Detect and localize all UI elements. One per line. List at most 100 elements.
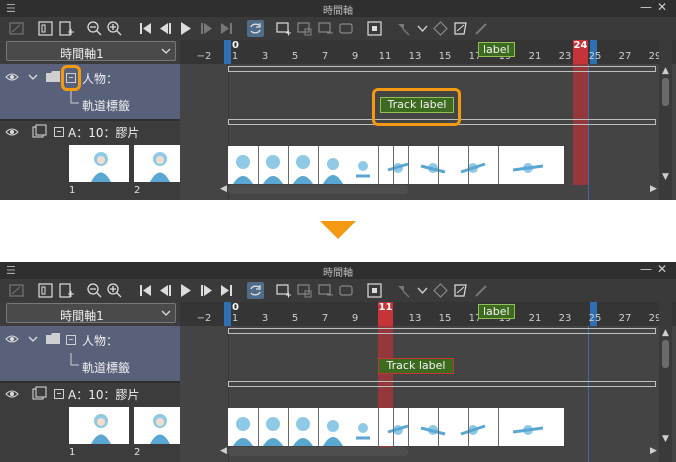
new-cell-icon[interactable] — [275, 282, 292, 299]
last-frame-icon[interactable] — [218, 282, 235, 299]
first-frame-icon[interactable] — [137, 282, 154, 299]
timeline-select[interactable]: 時間軸1 — [6, 41, 176, 61]
keyframe-icon[interactable] — [395, 20, 412, 37]
close-button[interactable]: ✕ — [657, 262, 667, 276]
play-icon[interactable] — [177, 20, 194, 37]
previous-frame-icon[interactable] — [157, 282, 174, 299]
track-label-row[interactable]: 軌道標籤 — [0, 353, 180, 381]
zoom-in-icon[interactable] — [106, 20, 123, 37]
scroll-right-icon[interactable]: ▶ — [650, 446, 657, 456]
loop-icon[interactable] — [247, 282, 264, 299]
frame-number: 21 — [528, 313, 542, 324]
edit-timeline-icon[interactable] — [58, 282, 75, 299]
eye-icon[interactable] — [5, 334, 19, 344]
onion-skin-icon[interactable] — [338, 282, 355, 299]
chevron-down-icon[interactable] — [414, 20, 431, 37]
zoom-out-icon[interactable] — [86, 282, 103, 299]
frame-number: 3 — [261, 51, 269, 62]
vertical-scroll-thumb[interactable] — [662, 340, 669, 368]
pencil-icon[interactable] — [473, 20, 490, 37]
chevron-down-icon[interactable] — [414, 282, 431, 299]
new-cell-icon[interactable] — [275, 20, 292, 37]
scroll-up-icon[interactable]: ▲ — [662, 66, 669, 76]
camera-icon[interactable] — [432, 282, 449, 299]
eye-icon[interactable] — [5, 389, 19, 399]
zoom-in-icon[interactable] — [106, 282, 123, 299]
cell-strip[interactable] — [228, 146, 564, 184]
specify-cell-icon[interactable] — [296, 282, 313, 299]
edit-timeline-icon[interactable] — [58, 20, 75, 37]
track-label-row[interactable]: 軌道標籤 — [0, 91, 180, 119]
folder-layer-row[interactable]: 人物： — [0, 64, 180, 91]
scroll-right-icon[interactable]: ▶ — [650, 184, 657, 194]
last-frame-icon[interactable] — [218, 20, 235, 37]
folder-icon — [46, 71, 60, 82]
pencil-icon[interactable] — [473, 282, 490, 299]
cell-number: 1 — [69, 447, 76, 458]
ruler-label[interactable]: label — [478, 42, 515, 57]
cell-option-icon[interactable] — [317, 282, 334, 299]
collapse-icon[interactable] — [66, 335, 76, 345]
loop-icon[interactable] — [247, 20, 264, 37]
eye-icon[interactable] — [5, 72, 19, 82]
onion-skin-icon[interactable] — [338, 20, 355, 37]
minimize-button[interactable]: — — [640, 262, 652, 276]
camera-icon[interactable] — [432, 20, 449, 37]
vertical-scrollbar[interactable]: ▲ ▼ — [659, 40, 672, 200]
frame-ruler[interactable]: 0 −2 1 3 5 7 9 11 13 15 17 19 21 23 25 2… — [180, 40, 676, 64]
chevron-down-icon[interactable] — [28, 73, 38, 81]
scroll-down-icon[interactable]: ▼ — [662, 172, 669, 182]
new-timeline-icon[interactable] — [8, 20, 25, 37]
frame-number: 13 — [408, 313, 422, 324]
specify-cell-icon[interactable] — [296, 20, 313, 37]
animation-track-bar — [228, 381, 656, 387]
cell-strip[interactable] — [228, 408, 564, 446]
animation-folder-name: A：10：膠片 — [68, 126, 140, 140]
horizontal-scrollbar[interactable] — [228, 447, 408, 456]
close-button[interactable]: ✕ — [657, 0, 667, 14]
frame-number: 5 — [291, 313, 299, 324]
collapse-icon[interactable] — [54, 389, 64, 399]
animation-folder-row[interactable]: A：10：膠片 1 2 — [0, 121, 180, 200]
new-timeline-icon[interactable] — [8, 282, 25, 299]
cell-separator — [258, 408, 259, 446]
cell-separator — [288, 146, 289, 184]
vertical-scrollbar[interactable]: ▲ ▼ — [659, 302, 672, 462]
timeline-settings-icon[interactable] — [37, 20, 54, 37]
scroll-left-icon[interactable]: ◀ — [220, 184, 227, 194]
chevron-down-icon[interactable] — [28, 335, 38, 343]
eye-icon[interactable] — [5, 127, 19, 137]
current-frame-indicator[interactable]: 24 — [573, 40, 588, 64]
cell-separator — [498, 408, 499, 446]
play-icon[interactable] — [177, 282, 194, 299]
cell-option-icon[interactable] — [317, 20, 334, 37]
scroll-down-icon[interactable]: ▼ — [662, 434, 669, 444]
label-icon[interactable] — [452, 20, 469, 37]
frame-ruler[interactable]: 0 −2 1 3 5 7 9 11 13 15 17 19 21 23 25 2… — [180, 302, 676, 326]
horizontal-scrollbar[interactable] — [228, 185, 408, 194]
scroll-up-icon[interactable]: ▲ — [662, 328, 669, 338]
folder-layer-row[interactable]: 人物： — [0, 326, 180, 353]
show-cell-icon[interactable] — [366, 20, 383, 37]
cell-separator — [408, 408, 409, 446]
next-frame-icon[interactable] — [198, 282, 215, 299]
first-frame-icon[interactable] — [137, 20, 154, 37]
vertical-scroll-thumb[interactable] — [662, 78, 669, 106]
minimize-button[interactable]: — — [640, 0, 652, 14]
label-icon[interactable] — [452, 282, 469, 299]
collapse-icon[interactable] — [54, 127, 64, 137]
keyframe-icon[interactable] — [395, 282, 412, 299]
ruler-label[interactable]: label — [478, 304, 515, 319]
tree-connector — [70, 353, 79, 366]
show-cell-icon[interactable] — [366, 282, 383, 299]
animation-folder-row[interactable]: A：10：膠片 1 2 — [0, 383, 180, 462]
previous-frame-icon[interactable] — [157, 20, 174, 37]
timeline-settings-icon[interactable] — [37, 282, 54, 299]
current-frame-indicator[interactable]: 11 — [378, 302, 393, 326]
track-label[interactable]: Track label — [378, 358, 454, 374]
cell-separator — [393, 408, 394, 446]
next-frame-icon[interactable] — [198, 20, 215, 37]
timeline-select[interactable]: 時間軸1 — [6, 303, 176, 323]
scroll-left-icon[interactable]: ◀ — [220, 446, 227, 456]
zoom-out-icon[interactable] — [86, 20, 103, 37]
